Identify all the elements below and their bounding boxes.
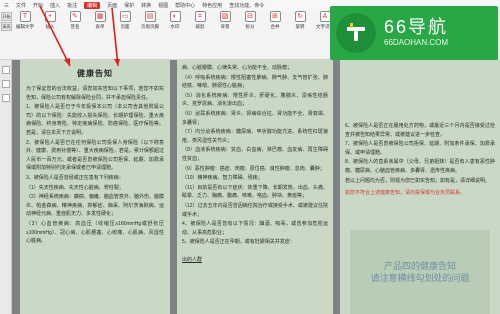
header-footer-icon: ▤ [144, 11, 156, 22]
split-tool[interactable]: ⊟ 拆分 [239, 11, 261, 30]
sign-label: 签名 [70, 24, 80, 29]
comment-icon[interactable] [2, 94, 10, 102]
form-tool[interactable]: ▦ 表单 [89, 11, 111, 30]
form-label: 表单 [95, 24, 105, 29]
crop-tool[interactable]: ⌗ 裁剪 [189, 11, 211, 30]
insert-tool[interactable]: + 插入 [39, 11, 61, 30]
paragraph: （9）恶性肿瘤：癌症、肉瘤、原位癌、良性肿瘤、息肉、囊肿； [182, 165, 325, 172]
page-title: 健康告知 [77, 69, 113, 78]
tab-page[interactable]: 页面 [107, 2, 117, 9]
paragraph: 3、被保险人是否曾经或正在患有下列疾病： [26, 174, 124, 181]
paragraph: （7）内分泌系统疾病：糖尿病、甲状腺功能亢进、系统性红斑狼疮、类风湿性关节炎； [182, 129, 328, 144]
background-tool[interactable]: ▧ 背景 [214, 11, 236, 30]
split-icon: ⊟ [244, 11, 256, 22]
paragraph: 6、被保险人是否正在服用处方药物，或最近三个月内是否接受过检查并被告知结果异常、… [345, 123, 495, 138]
tab-menu[interactable]: 三 [4, 2, 9, 9]
pen-icon: ✎ [69, 11, 81, 22]
insert-icon: + [44, 11, 56, 22]
tab-protect[interactable]: 保护 [124, 2, 134, 9]
paragraph: （4）呼吸系统疾病：慢性阻塞性肺病、肺气肿、支气管扩张、肺结核、哮喘、肺源性心脏… [182, 74, 328, 90]
merge-icon: ⊞ [269, 11, 281, 22]
edit-text-label: 编辑文字 [16, 24, 34, 29]
warning-note: 如您不符合上述健康告知，请勿投保或与业务员联系。 [345, 190, 466, 197]
paragraph: （6）泌尿系统疾病：肾炎、肾病综合征、肾功能不全、肾衰竭、多囊肾； [182, 110, 328, 126]
callout-box: 产品四的健康告知 请注意横线勾划处的问题 [350, 230, 490, 314]
watermark-tool[interactable]: ◐ 水印 [164, 11, 186, 30]
paragraph: （8）血液系统疾病：贫血、白血病、淋巴瘤、血友病、再生障碍性贫血； [182, 147, 328, 162]
rotate-label: 旋转 [295, 24, 305, 29]
document-page-2: 病、心脏瓣膜、心律失常、心功能不全、动脉瘤； （4）呼吸系统疾病：慢性阻塞性肺病… [177, 60, 333, 314]
crop-label: 裁剪 [195, 24, 205, 29]
edit-text-tool[interactable]: T 编辑文字 [14, 11, 36, 30]
thumbnail-icon[interactable] [2, 66, 10, 74]
sign-tool[interactable]: ✎ 签名 [64, 11, 86, 30]
left-sidebar [0, 60, 12, 314]
callout-subtitle: 请注意横线勾划处的问题 [370, 273, 470, 283]
watermark-url: 66DAOHAN.COM [384, 38, 449, 47]
page-label: 页面 [120, 24, 130, 29]
paragraph: （1）先天性疾病、先天性心脏病、脊柱裂； [26, 184, 124, 191]
merge-tool[interactable]: ⊞ 合并 [264, 11, 286, 30]
watermark-label: 水印 [170, 24, 180, 29]
edit-text-icon: T [19, 11, 31, 22]
merge-label: 合并 [270, 24, 280, 29]
header-footer-label: 页眉页脚 [141, 24, 159, 29]
crop-icon: ⌗ [194, 11, 206, 22]
underlined-text: 出的人群 [182, 256, 203, 263]
paragraph: 1、被保险人是否已于今年投保本公司（本公司含其他附属公司）的以下保险：失能收入损… [26, 104, 164, 136]
split-label: 拆分 [245, 24, 255, 29]
ocr-icon: A [319, 11, 331, 22]
paragraph: （5）消化系统疾病：慢性肝炎、肝硬化、胰腺炎、溃疡性结肠炎、克罗恩病、消化道出血… [182, 92, 328, 108]
paragraph: 若以上问题均为否，则视为您已如实告知；如有是，请详细说明。 [345, 177, 491, 184]
pdf-editor-window: 三 文件 开始 插入 批注 编辑 页面 保护 转换 视图 帮助中心 特色应用 查… [0, 0, 500, 314]
document-page-3: 6、被保险人是否正在服用处方药物，或最近三个月内是否接受过检查并被告知结果异常、… [340, 60, 500, 314]
page-tool[interactable]: ▭ 页面 [114, 11, 136, 30]
document-page-1: 健康告知 为了保证您的合法权益，请您如实告知以下事项，若您不如实告知，保险公司有… [20, 60, 170, 314]
callout-title: 产品四的健康告知 [383, 261, 456, 271]
paragraph: （3）心血管疾病：高血压（收缩压≥160mmHg或舒张压≥100mmHg）、冠心… [26, 220, 164, 245]
paragraph: 4、被保险人是否曾有以下情况：酗酒、吸毒，或曾参加危险运动、从事高危职业； [182, 221, 328, 236]
paragraph: （10）精神疾病、智力障碍、残疾； [182, 175, 263, 182]
tab-help[interactable]: 帮助中心 [175, 2, 195, 9]
tab-insert[interactable]: 插入 [50, 2, 60, 9]
rotate-tool[interactable]: ↻ 旋转 [289, 11, 311, 30]
paragraph: 为了保证您的合法权益，请您如实告知以下事项，若您不如实告知，保险公司有权解除保险… [26, 86, 164, 101]
background-label: 背景 [220, 24, 230, 29]
tab-home[interactable]: 开始 [33, 2, 43, 9]
paragraph: （2）神经系统疾病：癫痫、偏瘫、脑血管意外、脑外伤、脑膜炎、帕金森病、精神疾病、… [26, 194, 164, 218]
rotate-icon: ↻ [294, 11, 306, 22]
background-icon: ▧ [219, 11, 231, 22]
form-icon: ▦ [94, 11, 106, 22]
watermark-title: 66导航 [384, 17, 449, 37]
paragraph: （11）目前是否有以下症状：体重下降、长期发热、出血、头痛、眩晕、乏力、胸痛、腹… [182, 184, 328, 200]
tab-edit[interactable]: 编辑 [84, 1, 101, 9]
tab-file[interactable]: 文件 [16, 2, 26, 9]
paragraph: （12）过去五年内是否曾因病住院治疗或接受手术、或被建议住院或手术； [182, 202, 328, 218]
tab-comment[interactable]: 批注 [67, 2, 77, 9]
paragraph: 5、被保险人是否正在孕期，或有妊娠相关并发症： [182, 239, 295, 246]
paragraph: 2、被保险人是否已在任何保险公司投保人身保险（以下称意外、健康、费用补偿等）、重… [26, 139, 164, 172]
insert-label: 插入 [45, 24, 55, 29]
search-command[interactable]: 查找功能、命令 [229, 2, 264, 9]
tab-view[interactable]: 视图 [158, 2, 168, 9]
header-footer-tool[interactable]: ▤ 页眉页脚 [139, 11, 161, 30]
tab-convert[interactable]: 转换 [141, 2, 151, 9]
paragraph: 病、心脏瓣膜、心律失常、心功能不全、动脉瘤； [182, 65, 293, 71]
bookmark-icon[interactable] [2, 80, 10, 88]
watermark-icon: ◐ [169, 11, 181, 22]
site-watermark: 66导航 66DAOHAN.COM [330, 6, 498, 60]
paragraph: 8、被保险人的直系亲属中（父母、兄弟姐妹）是否有人患有恶性肿瘤、糖尿病、心脑血管… [345, 159, 495, 174]
tab-features[interactable]: 特色应用 [202, 2, 222, 9]
paragraph: 7、被保险人是否曾被保险公司拒保、延期、附加条件承保、加费承保、或申请理赔。 [345, 141, 495, 156]
watermark-logo-icon [336, 13, 376, 53]
page-icon: ▭ [119, 11, 131, 22]
